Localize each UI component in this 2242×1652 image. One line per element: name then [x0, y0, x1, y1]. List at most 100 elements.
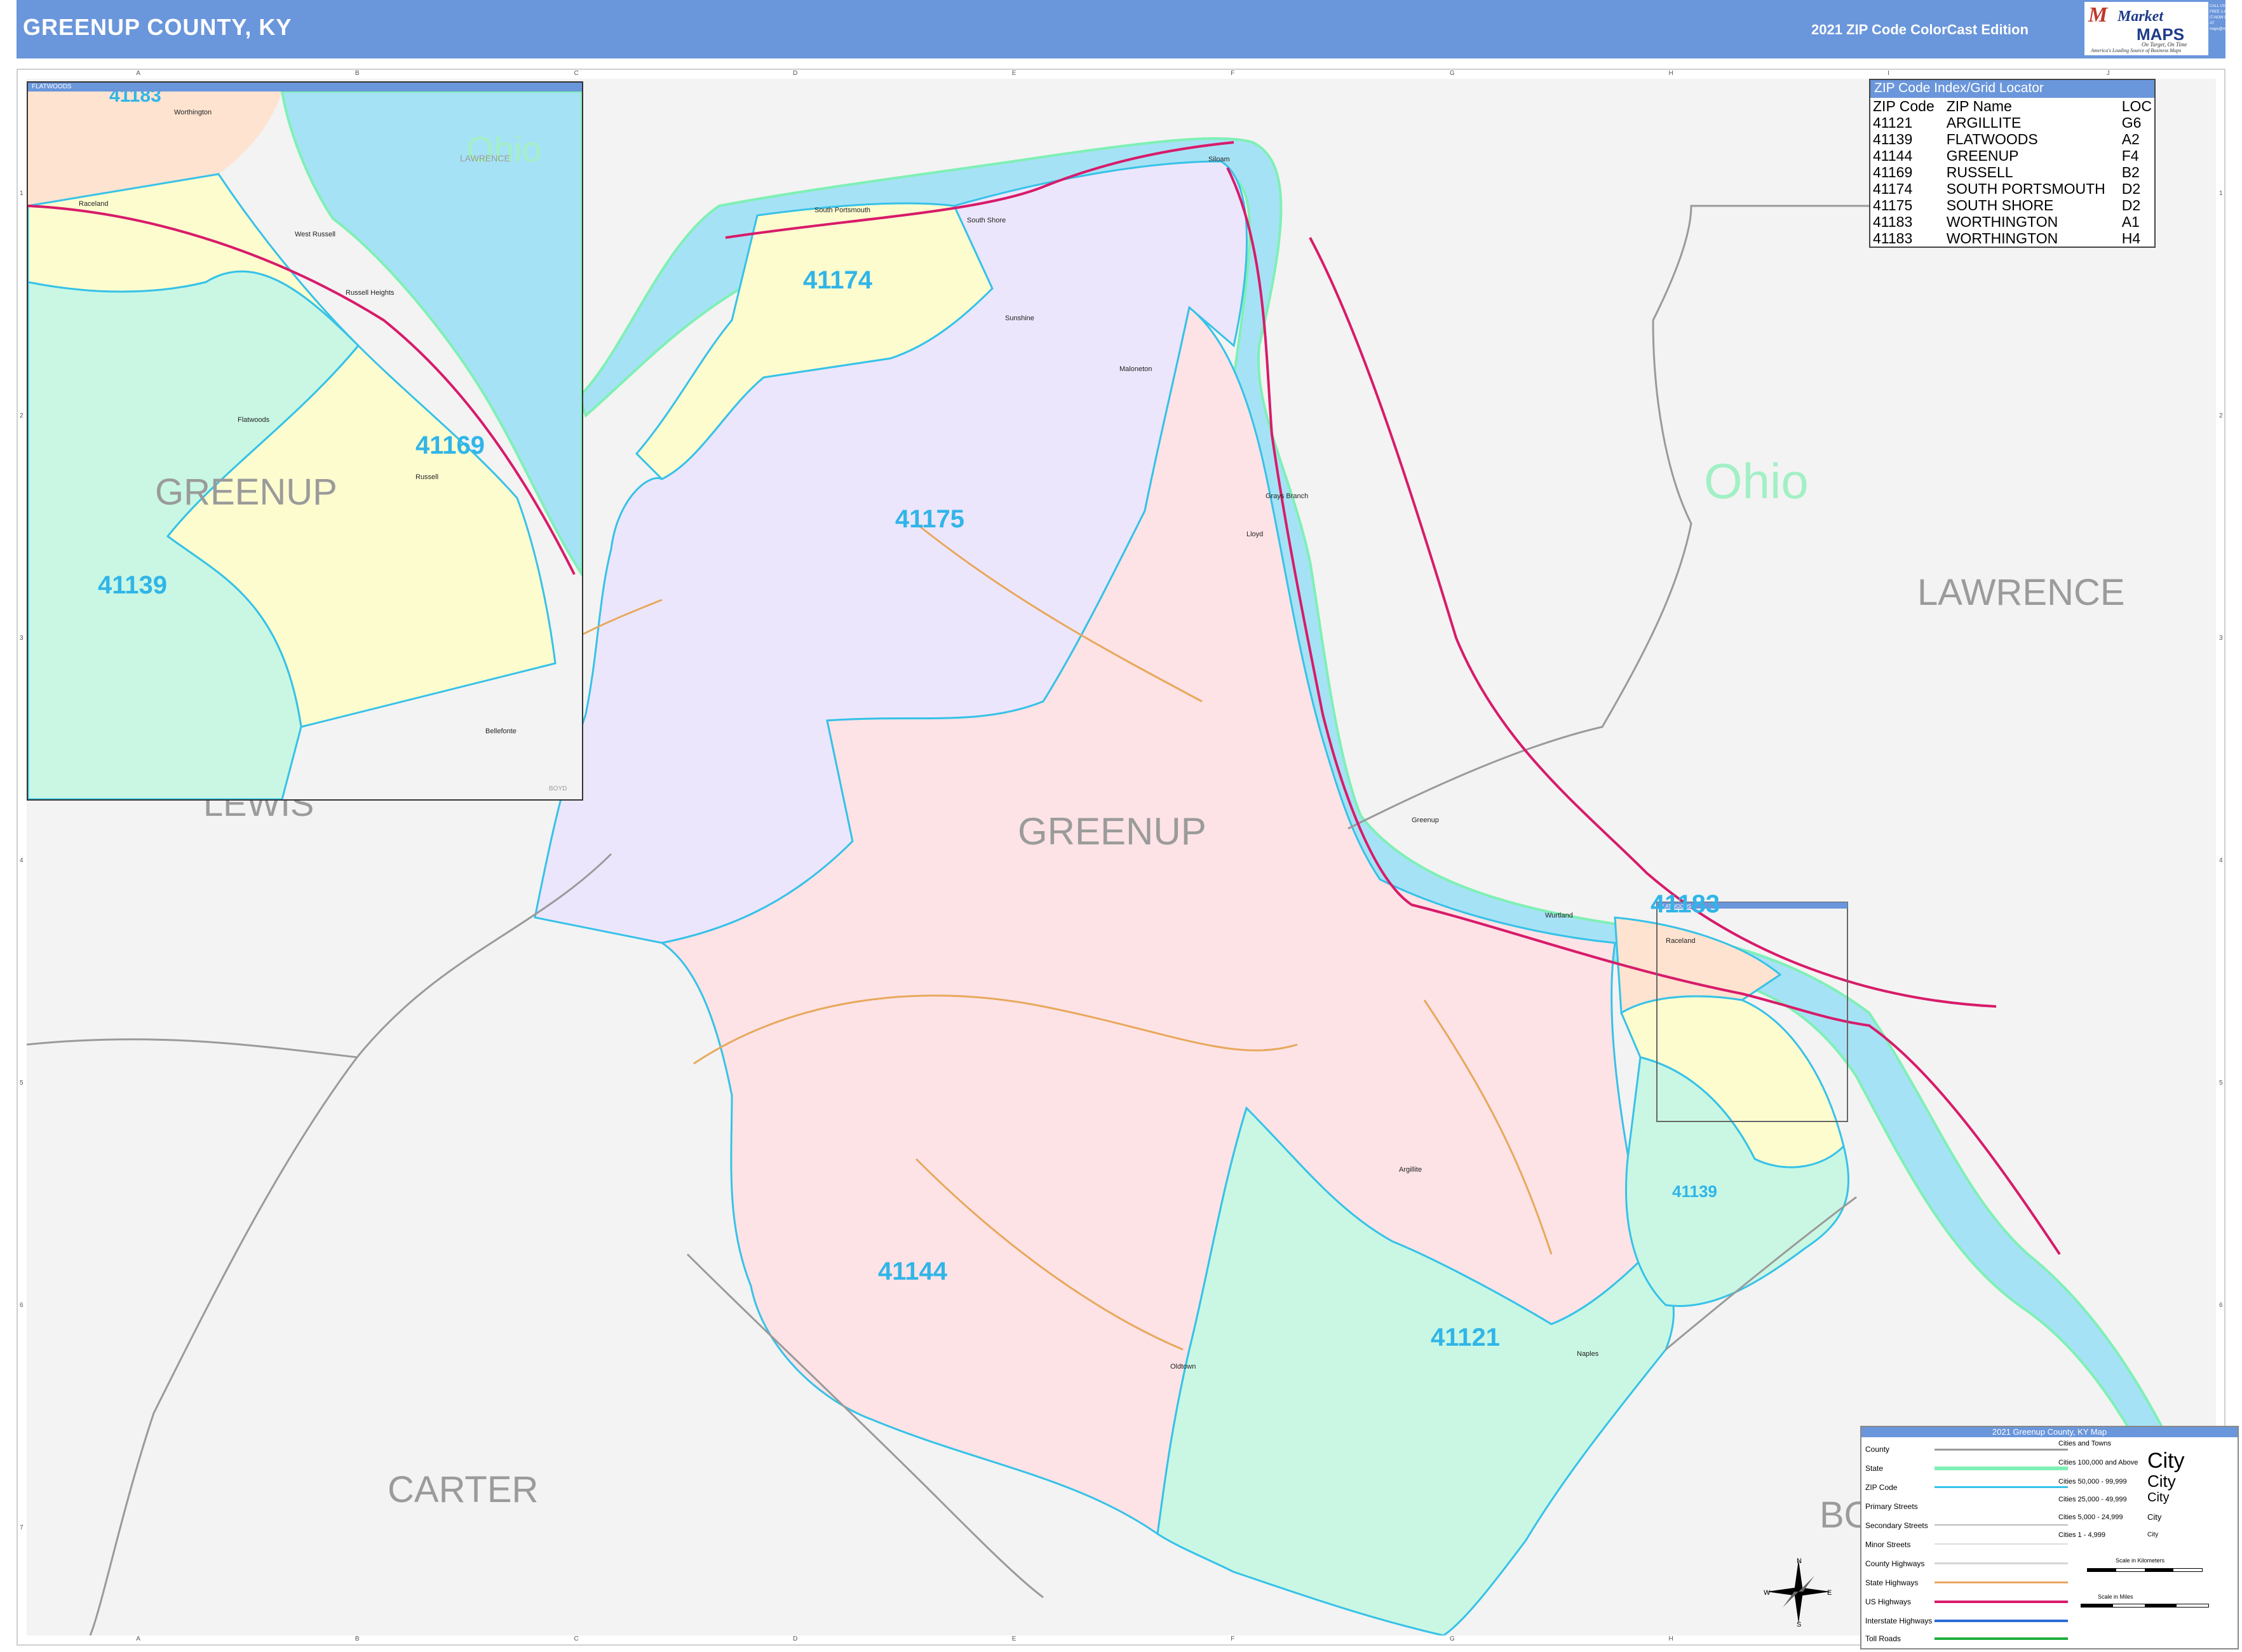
zip-label-41139: 41139 [1672, 1182, 1717, 1201]
contact-info: CALL US TOLL FREE 1-800-MAP-IT-NOW EMAIL… [2210, 4, 2242, 31]
grid-row-label: 2 [2219, 412, 2223, 419]
legend-interstate-swatch [1935, 1620, 2068, 1622]
grid-column-label: B [355, 1635, 360, 1642]
place-south-portsmouth: South Portsmouth [814, 207, 870, 214]
legend-cities-title: Cities and Towns [2058, 1440, 2111, 1447]
grid-row-label: 5 [2219, 1080, 2223, 1087]
grid-column-label: E [1011, 1635, 1016, 1642]
legend-county-swatch [1935, 1449, 2068, 1451]
cell-name: GREENUP [1946, 147, 2019, 164]
zip-label-41175: 41175 [895, 505, 964, 533]
grid-rows-left: 1 2 3 4 5 6 7 [18, 79, 27, 1635]
place-greenup: Greenup [1412, 816, 1439, 824]
grid-row-label: 6 [20, 1302, 24, 1309]
legend-zip: ZIP Code [1865, 1483, 1898, 1492]
grid-row-label: 2 [20, 412, 24, 419]
table-row: 41169 RUSSELL B2 [1870, 164, 2154, 180]
cell-name: WORTHINGTON [1946, 230, 2058, 247]
cell-zip: 41169 [1873, 164, 1913, 180]
zip-label-41183: 41183 [1651, 890, 1720, 918]
legend-secondary-swatch [1935, 1524, 2068, 1526]
inset-zip-label-41139: 41139 [98, 571, 167, 599]
legend-city-sample-4: City [2147, 1512, 2162, 1522]
grid-column-label: A [136, 70, 140, 77]
logo-market: Market [2117, 8, 2163, 25]
cell-loc: H4 [2121, 230, 2141, 247]
inset-title: FLATWOODS [28, 83, 582, 91]
place-south-shore: South Shore [967, 217, 1006, 224]
place-oldtown: Oldtown [1170, 1363, 1196, 1371]
grid-column-label: G [1449, 70, 1455, 77]
inset-zip-label-41183: 41183 [109, 91, 161, 106]
grid-row-label: 4 [2219, 857, 2223, 864]
inset-place-russell: Russell [415, 473, 438, 481]
legend-city-25k: Cities 25,000 - 49,999 [2058, 1496, 2127, 1503]
inset-county-label: GREENUP [155, 471, 337, 513]
logo-sub: America's Leading Source of Business Map… [2091, 48, 2182, 53]
state-label-ohio: Ohio [1704, 453, 1809, 509]
compass-rose-icon: N S E W [1764, 1557, 1832, 1627]
legend-city-100k: Cities 100,000 and Above [2058, 1459, 2138, 1466]
grid-row-label: 1 [2219, 190, 2223, 197]
grid-column-label: A [136, 1635, 140, 1642]
map-legend: 2021 Greenup County, KY Map County State… [1860, 1426, 2239, 1649]
table-row: 41183 WORTHINGTON H4 [1870, 230, 2154, 247]
cell-loc: F4 [2121, 147, 2139, 164]
place-naples: Naples [1577, 1350, 1599, 1358]
legend-scale-km-bar [2087, 1568, 2203, 1572]
grid-columns-top: A B C D E F G H I J [27, 70, 2216, 79]
cell-name: SOUTH SHORE [1946, 197, 2054, 213]
legend-minor: Minor Streets [1865, 1540, 1911, 1549]
compass-n: N [1797, 1557, 1802, 1565]
legend-toll: Toll Roads [1865, 1634, 1901, 1643]
legend-city-5k: Cities 5,000 - 24,999 [2058, 1513, 2123, 1521]
inset-place-worthington: Worthington [174, 109, 212, 116]
legend-city-sample-3: City [2147, 1491, 2170, 1505]
place-siloam: Siloam [1208, 156, 1230, 163]
cell-name: SOUTH PORTSMOUTH [1946, 180, 2105, 197]
grid-column-label: D [793, 1635, 798, 1642]
grid-column-label: H [1668, 1635, 1673, 1642]
cell-zip: 41175 [1873, 197, 1913, 213]
header-zip: ZIP Code [1873, 98, 1935, 114]
inset-zip-label-41169: 41169 [415, 431, 485, 459]
logo-tagline: On Target, On Time [2142, 41, 2187, 48]
legend-city-50k: Cities 50,000 - 99,999 [2058, 1478, 2127, 1486]
cell-loc: A2 [2121, 131, 2140, 147]
zip-label-41121: 41121 [1431, 1324, 1500, 1351]
grid-row-label: 4 [20, 857, 24, 864]
cell-loc: G6 [2121, 114, 2142, 131]
legend-us-hwy: US Highways [1865, 1597, 1912, 1606]
cell-loc: D2 [2121, 197, 2141, 213]
inset-place-west-russell: West Russell [295, 231, 335, 238]
inset-map-flatwoods[interactable]: FLATWOODS 41183 41169 41139 GREENUP Ohio… [27, 81, 583, 801]
legend-state-hwy: State Highways [1865, 1578, 1919, 1587]
county-label-carter: CARTER [388, 1469, 538, 1510]
cell-zip: 41144 [1873, 147, 1913, 164]
cell-zip: 41121 [1873, 114, 1913, 131]
inset-place-russell-heights: Russell Heights [346, 289, 395, 297]
cell-loc: A1 [2121, 213, 2140, 230]
legend-zip-swatch [1935, 1486, 2068, 1488]
grid-column-label: H [1668, 70, 1673, 77]
zip-index-title: ZIP Code Index/Grid Locator [1870, 80, 2154, 98]
market-maps-logo: M Market MAPS On Target, On Time America… [2084, 2, 2208, 55]
grid-row-label: 3 [2219, 635, 2223, 642]
cell-name: WORTHINGTON [1946, 213, 2058, 230]
inset-boyd-label: BOYD [549, 785, 567, 792]
header-loc: LOC [2121, 98, 2152, 114]
grid-rows-right: 1234567 [2217, 79, 2226, 1635]
legend-minor-swatch [1935, 1543, 2068, 1545]
cell-loc: B2 [2121, 164, 2140, 180]
edition-label: 2021 ZIP Code ColorCast Edition [1811, 22, 2029, 37]
legend-city-sample-5: City [2147, 1531, 2159, 1538]
table-row: 41121 ARGILLITE G6 [1870, 114, 2154, 131]
grid-row-label: 6 [2219, 1302, 2223, 1309]
legend-scale-mi: Scale in Miles [2098, 1594, 2133, 1600]
legend-city-sample-2: City [2147, 1472, 2176, 1491]
zip-label-41144: 41144 [878, 1257, 948, 1285]
legend-county-hwy: County Highways [1865, 1559, 1925, 1568]
county-label-lawrence: LAWRENCE [1917, 572, 2125, 613]
grid-column-label: C [574, 1635, 579, 1642]
cell-zip: 41183 [1873, 213, 1913, 230]
